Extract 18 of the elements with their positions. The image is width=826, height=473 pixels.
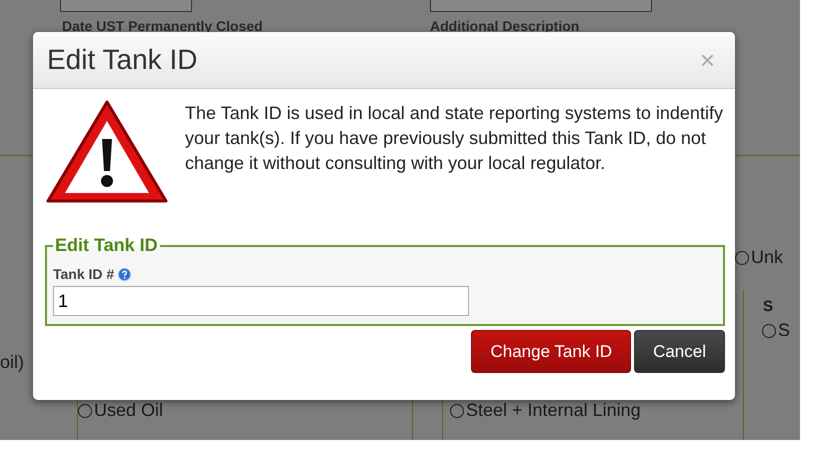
help-icon[interactable]	[118, 268, 132, 280]
radio-option[interactable]: Used Oil	[78, 400, 164, 421]
tank-id-field[interactable]: 1	[53, 286, 469, 316]
section-label: S	[763, 298, 774, 315]
field-label: Date UST Permanently Closed	[62, 18, 263, 34]
text-field[interactable]	[430, 0, 652, 12]
radio-option[interactable]: Steel + Internal Lining	[450, 400, 641, 421]
warning-message: The Tank ID is used in local and state reporting systems to indentify your tank(s). If you have previously submitted this Tank ID, do not change it without consulting with your local regulator.	[185, 102, 723, 175]
warning-icon	[45, 99, 169, 205]
change-button[interactable]: Change Tank ID	[471, 330, 632, 373]
group-title: Edit Tank ID	[54, 235, 159, 256]
dialog-title: Edit Tank ID	[47, 44, 198, 76]
radio-option[interactable]: S	[762, 320, 790, 341]
field-label: Tank ID #	[53, 266, 114, 282]
option-label: oil)	[0, 352, 24, 373]
cancel-button[interactable]: Cancel	[634, 330, 725, 373]
field-label: Additional Description	[430, 18, 580, 34]
text-field[interactable]	[60, 0, 192, 12]
